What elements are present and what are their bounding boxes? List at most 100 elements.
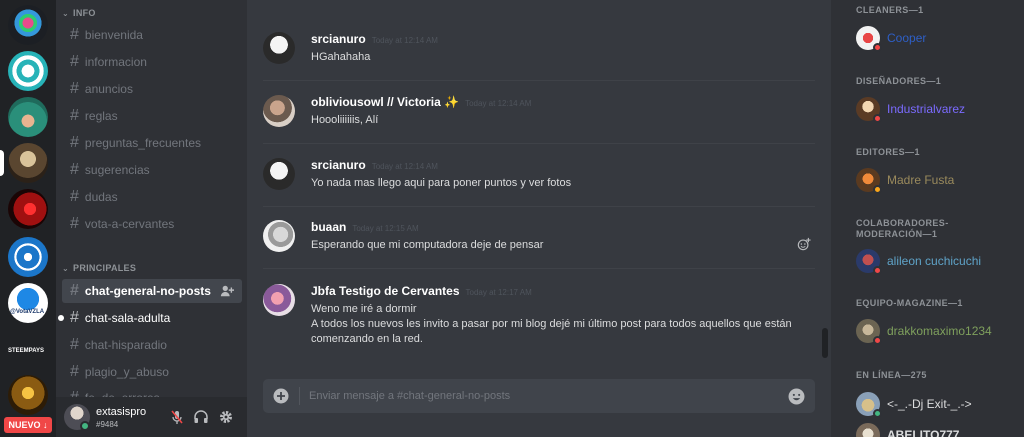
author-name[interactable]: buaan (311, 220, 346, 234)
server-icon-steempays[interactable]: STEEMPAYS (8, 329, 48, 369)
mute-microphone-icon[interactable] (169, 409, 185, 425)
member-item[interactable]: drakkomaximo1234 (856, 318, 992, 345)
message-author[interactable]: obliviousowl // Victoria ✨ Today at 12:14… (311, 95, 531, 109)
avatar[interactable] (263, 32, 295, 64)
member-item[interactable]: <-_.-Dj Exit-_.-> (856, 391, 972, 418)
channel-sidebar: ⌄ INFO # bienvenida # informacion # anuncio… (56, 0, 247, 437)
hashtag-icon: # (70, 134, 79, 151)
selected-server-indicator (0, 150, 4, 176)
channel-reglas[interactable]: # reglas (62, 104, 242, 128)
message-line: Hoooliiiiiis, Alí (311, 114, 379, 126)
avatar[interactable] (263, 158, 295, 190)
server-icon-9[interactable] (8, 375, 48, 415)
message-line: A todos los nuevos les invito a pasar po… (311, 318, 792, 345)
avatar (856, 319, 882, 345)
message-composer (263, 379, 815, 413)
channel-label: chat-sala-adulta (84, 311, 171, 325)
message-timestamp: Today at 12:14 AM (371, 162, 438, 171)
avatar (856, 249, 882, 275)
channel-label: anuncios (84, 82, 133, 96)
channel-label: chat-general-no-posts (84, 284, 211, 298)
role-header: EQUIPO-MAGAZINE—1 (856, 298, 963, 308)
chat-scrollbar[interactable] (822, 328, 828, 358)
message-line: Weno me iré a dormir (311, 303, 417, 315)
channel-informacion[interactable]: # informacion (62, 50, 242, 74)
message-timestamp: Today at 12:14 AM (465, 99, 532, 108)
server-icon-1[interactable] (8, 5, 48, 45)
new-messages-badge[interactable]: NUEVO ↓ (4, 417, 52, 433)
channel-dudas[interactable]: # dudas (62, 185, 242, 209)
channel-label: sugerencias (84, 163, 150, 177)
member-item[interactable]: Madre Fusta (856, 167, 954, 194)
message-line: Yo nada mas llego aqui para poner puntos… (311, 177, 572, 189)
role-header: CLEANERS—1 (856, 5, 924, 15)
channel-preguntas-frecuentes[interactable]: # preguntas_frecuentes (62, 131, 242, 155)
dnd-status-indicator (873, 266, 882, 275)
dnd-status-indicator (873, 336, 882, 345)
member-name: Cooper (887, 31, 927, 45)
category-info[interactable]: ⌄ INFO (62, 8, 96, 18)
message-author[interactable]: srcianuro Today at 12:14 AM (311, 158, 438, 172)
gear-icon[interactable] (218, 409, 234, 425)
idle-status-indicator (873, 185, 882, 194)
message-divider (263, 143, 815, 144)
hashtag-icon: # (70, 188, 79, 205)
member-name: ABELITO777 (887, 428, 960, 437)
channel-sugerencias[interactable]: # sugerencias (62, 158, 242, 182)
channel-label: reglas (84, 109, 118, 123)
message-author[interactable]: srcianuro Today at 12:14 AM (311, 32, 438, 46)
message-timestamp: Today at 12:14 AM (371, 36, 438, 45)
member-item[interactable]: Cooper (856, 25, 927, 52)
upload-plus-icon[interactable] (273, 388, 289, 404)
add-reaction-icon[interactable] (797, 237, 811, 251)
hashtag-icon: # (70, 107, 79, 124)
channel-label: preguntas_frecuentes (84, 136, 201, 150)
channel-label: bienvenida (84, 28, 143, 42)
channel-chat-sala-adulta[interactable]: # chat-sala-adulta (58, 306, 242, 330)
message-input[interactable] (309, 386, 779, 406)
message-author[interactable]: buaan Today at 12:15 AM (311, 220, 419, 234)
online-status-indicator (873, 409, 882, 418)
channel-label: plagio_y_abuso (84, 365, 169, 379)
member-item[interactable]: ABELITO777 (856, 422, 959, 437)
server-icon-cervantes[interactable] (8, 143, 48, 183)
channel-vota-a-cervantes[interactable]: # vota-a-cervantes (62, 212, 242, 236)
author-name[interactable]: srcianuro (311, 158, 366, 172)
member-item[interactable]: Industrialvarez (856, 96, 965, 123)
channel-anuncios[interactable]: # anuncios (62, 77, 242, 101)
author-name[interactable]: obliviousowl // Victoria (311, 95, 441, 109)
role-header: EDITORES—1 (856, 147, 920, 157)
role-header: EN LÍNEA—275 (856, 370, 927, 380)
role-header: DISEÑADORES—1 (856, 76, 942, 86)
avatar (856, 168, 882, 194)
hashtag-icon: # (70, 26, 79, 43)
emoji-picker-icon[interactable] (788, 388, 805, 405)
server-icon-5[interactable] (8, 189, 48, 229)
channel-plagio-y-abuso[interactable]: # plagio_y_abuso (62, 360, 242, 384)
member-item[interactable]: alileon cuchicuchi (856, 248, 981, 275)
channel-bienvenida[interactable]: # bienvenida (62, 23, 242, 47)
invite-user-icon[interactable] (220, 284, 234, 298)
channel-chat-general-no-posts[interactable]: # chat-general-no-posts (62, 279, 242, 303)
message-body: HGahahaha (311, 50, 811, 65)
avatar (856, 97, 882, 123)
category-principales[interactable]: ⌄ PRINCIPALES (62, 263, 136, 273)
avatar (856, 392, 882, 418)
message-timestamp: Today at 12:15 AM (352, 224, 419, 233)
member-name: <-_.-Dj Exit-_.-> (887, 397, 972, 411)
avatar (856, 423, 880, 437)
author-name[interactable]: srcianuro (311, 32, 366, 46)
avatar[interactable] (263, 220, 295, 252)
server-icon-2[interactable] (8, 51, 48, 91)
author-name[interactable]: Jbfa Testigo de Cervantes (311, 284, 460, 298)
hashtag-icon: # (70, 161, 79, 178)
server-label-votavzla: @VotaVZLA (10, 309, 45, 315)
channel-chat-hisparadio[interactable]: # chat-hisparadio (62, 333, 242, 357)
server-icon-votavzla[interactable]: @VotaVZLA (8, 283, 48, 323)
server-icon-3[interactable] (8, 97, 48, 137)
avatar[interactable] (263, 95, 295, 127)
headphones-icon[interactable] (193, 409, 209, 425)
server-icon-6[interactable] (8, 237, 48, 277)
message-author[interactable]: Jbfa Testigo de Cervantes Today at 12:17 … (311, 284, 532, 298)
avatar[interactable] (263, 284, 295, 316)
